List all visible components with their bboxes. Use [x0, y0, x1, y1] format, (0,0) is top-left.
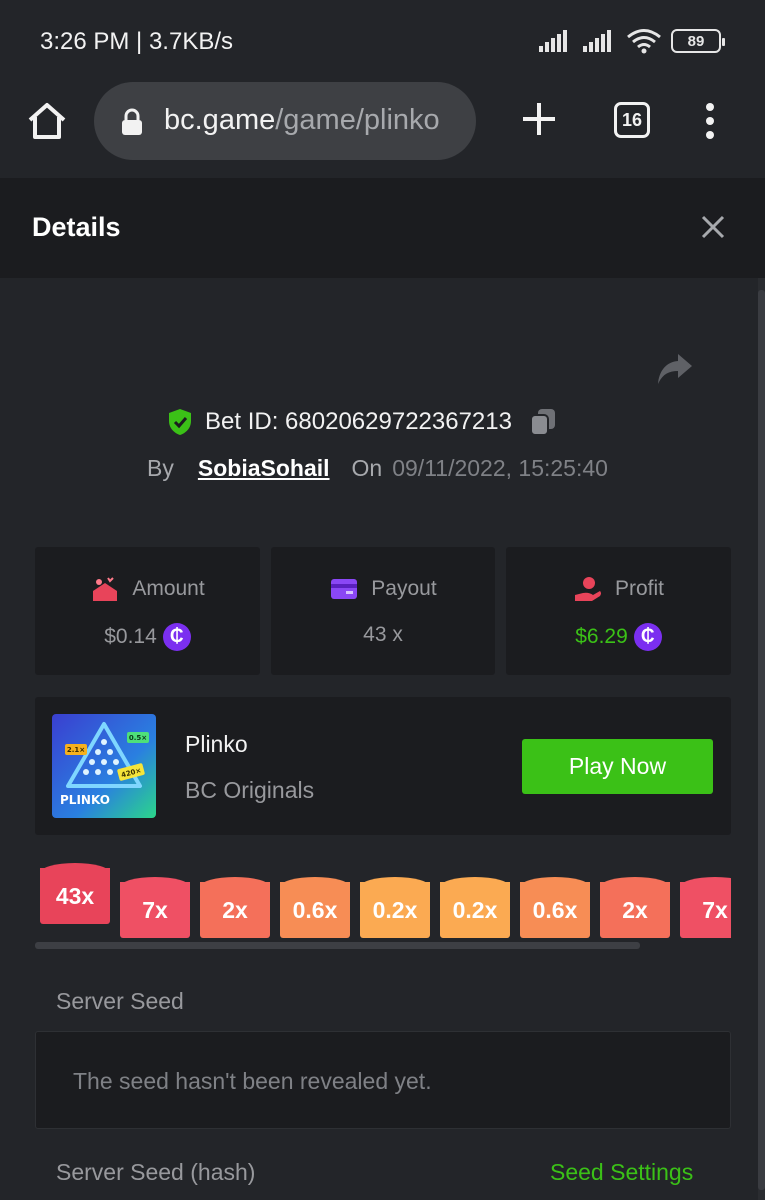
- plinko-thumbnail[interactable]: 2.1× 0.5× 420× PLINKO: [52, 714, 156, 818]
- thumb-title: PLINKO: [60, 793, 110, 807]
- bet-meta-row: By SobiaSohail On 09/11/2022, 15:25:40: [0, 452, 765, 484]
- home-icon[interactable]: [26, 100, 68, 142]
- play-now-button[interactable]: Play Now: [522, 739, 713, 794]
- copy-icon[interactable]: [528, 407, 558, 437]
- amount-value: $0.14: [104, 625, 157, 648]
- multiplier-bucket: 0.2x: [360, 877, 430, 938]
- username-link[interactable]: SobiaSohail: [198, 455, 330, 482]
- url-text: bc.game/game/plinko: [164, 104, 440, 137]
- amount-value-row: $0.14 ₵: [35, 623, 260, 651]
- thumb-chip-2: 0.5×: [129, 734, 147, 742]
- payout-label: Payout: [371, 577, 437, 600]
- on-label: On: [351, 454, 383, 481]
- server-seed-placeholder: The seed hasn't been revealed yet.: [73, 1068, 432, 1094]
- profit-card: Profit $6.29 ₵: [506, 547, 731, 675]
- cell-signal-icon: [539, 30, 567, 52]
- profit-value-row: $6.29 ₵: [506, 623, 731, 651]
- close-icon[interactable]: [700, 214, 726, 240]
- multiplier-buckets[interactable]: 43x 7x 2x 0.6x 0.2x 0.2x 0.6x 2x 7x: [35, 860, 731, 950]
- thumb-chip-1: 2.1×: [67, 746, 85, 754]
- profit-value: $6.29: [575, 625, 628, 648]
- details-title: Details: [32, 212, 121, 242]
- coin-symbol: ₵: [169, 626, 184, 647]
- status-time: 3:26 PM | 3.7KB/s: [40, 28, 233, 55]
- coin-icon: ₵: [162, 623, 191, 651]
- wifi-icon: [627, 29, 661, 54]
- card-icon: [331, 579, 358, 599]
- share-icon[interactable]: [656, 352, 694, 386]
- multiplier-bucket: 2x: [600, 877, 670, 938]
- bet-id: Bet ID: 68020629722367213: [205, 408, 512, 435]
- verified-shield-icon: [169, 409, 192, 435]
- profit-label: Profit: [614, 577, 664, 600]
- battery-icon: 89: [671, 29, 725, 53]
- profit-header: Profit: [506, 575, 731, 603]
- browser-toolbar: bc.game/game/plinko 16: [0, 80, 765, 178]
- game-card: 2.1× 0.5× 420× PLINKO Plinko BC Original…: [35, 697, 731, 835]
- game-name: Plinko: [185, 731, 248, 757]
- amount-header: Amount: [35, 575, 260, 603]
- multiplier-bucket: 0.6x: [280, 877, 350, 938]
- multiplier-bucket: 43x: [40, 863, 110, 924]
- coin-icon: ₵: [633, 623, 662, 651]
- amount-label: Amount: [132, 577, 205, 600]
- game-provider: BC Originals: [185, 777, 315, 803]
- cell-signal-2-icon: [583, 30, 611, 52]
- bet-id-row: Bet ID: 68020629722367213: [0, 404, 765, 440]
- multiplier-bucket: 0.6x: [520, 877, 590, 938]
- amount-card: Amount $0.14 ₵: [35, 547, 260, 675]
- details-header: Details: [0, 178, 765, 278]
- amount-icon: [93, 577, 118, 601]
- payout-header: Payout: [271, 575, 495, 603]
- status-bar: 3:26 PM | 3.7KB/s 89: [0, 0, 765, 80]
- buckets-scrollbar[interactable]: [35, 942, 640, 949]
- new-tab-icon[interactable]: [520, 100, 558, 138]
- tab-switcher-button[interactable]: 16: [614, 102, 650, 138]
- multiplier-bucket: 7x: [680, 877, 731, 938]
- seed-settings-link[interactable]: Seed Settings: [550, 1159, 693, 1186]
- lock-icon: [122, 108, 142, 135]
- server-seed-label: Server Seed: [56, 988, 184, 1014]
- payout-value-row: 43 x: [271, 623, 495, 647]
- multiplier-bucket: 0.2x: [440, 877, 510, 938]
- coin-symbol: ₵: [640, 626, 655, 647]
- battery-level: 89: [687, 32, 705, 50]
- url-path: /game/plinko: [275, 104, 440, 136]
- status-icons: 89: [539, 28, 725, 54]
- bet-date: 09/11/2022, 15:25:40: [392, 454, 608, 481]
- payout-value: 43 x: [363, 623, 403, 646]
- by-label: By: [147, 454, 174, 481]
- server-seed-field[interactable]: The seed hasn't been revealed yet.: [35, 1031, 731, 1129]
- address-bar[interactable]: bc.game/game/plinko: [94, 82, 476, 160]
- more-menu-icon[interactable]: [700, 102, 720, 140]
- url-host: bc.game: [164, 104, 276, 136]
- payout-card: Payout 43 x: [271, 547, 495, 675]
- multiplier-bucket: 7x: [120, 877, 190, 938]
- profit-hand-icon: [574, 577, 601, 601]
- plinko-logo-image: 2.1× 0.5× 420× PLINKO: [52, 714, 156, 818]
- server-seed-hash-label: Server Seed (hash): [56, 1159, 256, 1185]
- multiplier-bucket: 2x: [200, 877, 270, 938]
